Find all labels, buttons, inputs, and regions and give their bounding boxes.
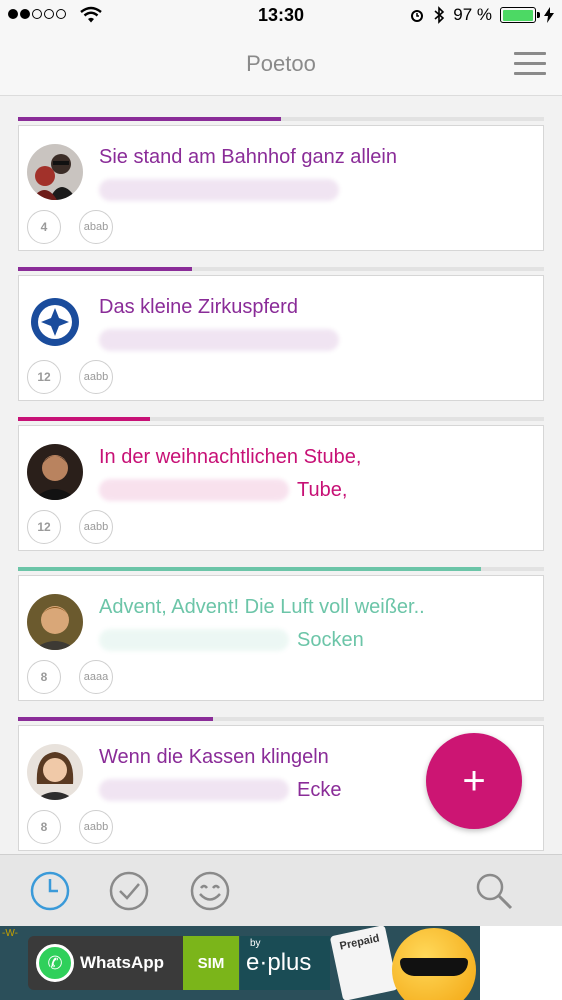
poem-first-line: Sie stand am Bahnhof ganz allein <box>99 146 397 168</box>
eplus-logo: by e·plus <box>240 936 330 990</box>
whatsapp-brand: ✆ WhatsApp <box>28 936 183 990</box>
poem-first-line: Wenn die Kassen klingeln <box>99 746 329 768</box>
ad-eplus-text: e·plus <box>246 949 312 976</box>
hidden-text-placeholder <box>99 629 289 651</box>
hidden-text-placeholder <box>99 779 289 801</box>
poem-rhyme-word: Socken <box>297 628 364 651</box>
poem-first-line: Advent, Advent! Die Luft voll weißer.. <box>99 596 425 618</box>
hidden-text-placeholder <box>99 329 339 351</box>
alarm-icon <box>411 10 424 22</box>
poem-rhyme-word: Ecke <box>297 778 342 801</box>
rhyme-scheme-badge: aaaa <box>79 660 113 694</box>
poem-card-body[interactable]: Das kleine Zirkuspferd 12 aabb <box>18 275 544 401</box>
poem-second-line <box>99 326 347 354</box>
poem-card-body[interactable]: In der weihnachtlichen Stube, Tube, 12 aabb <box>18 425 544 551</box>
poem-second-line <box>99 176 347 204</box>
author-avatar[interactable] <box>27 294 83 350</box>
ad-by-text: by <box>250 938 261 949</box>
whatsapp-logo-icon: ✆ <box>36 944 74 982</box>
hidden-text-placeholder <box>99 179 339 201</box>
check-icon[interactable] <box>107 869 151 913</box>
ad-sim-text: SIM <box>183 936 239 990</box>
rhyme-scheme-badge: abab <box>79 210 113 244</box>
poem-rhyme-word: Tube, <box>297 478 348 501</box>
poem-second-line: Socken <box>99 626 364 654</box>
poem-progress-bar <box>18 717 544 721</box>
poem-progress-bar <box>18 417 544 421</box>
hamburger-menu-icon[interactable] <box>514 52 546 76</box>
line-count-badge: 12 <box>27 360 61 394</box>
poem-progress-bar <box>18 567 544 571</box>
add-poem-button[interactable]: + <box>426 733 522 829</box>
bluetooth-icon <box>434 6 445 24</box>
author-avatar[interactable] <box>27 144 83 200</box>
poem-first-line: Das kleine Zirkuspferd <box>99 296 298 318</box>
ad-banner[interactable]: -W- ✆ WhatsApp SIM by e·plus Prepaid <box>0 926 562 1000</box>
sunglasses-emoji-icon <box>392 928 476 1000</box>
poem-progress-bar <box>18 267 544 271</box>
line-count-badge: 12 <box>27 510 61 544</box>
ad-brand-text: WhatsApp <box>80 953 165 972</box>
app-title: Poetoo <box>246 51 316 76</box>
search-icon[interactable] <box>472 869 516 913</box>
navigation-bar: Poetoo <box>0 32 562 96</box>
battery-percentage: 97 % <box>453 5 492 24</box>
poem-card-body[interactable]: Advent, Advent! Die Luft voll weißer.. So… <box>18 575 544 701</box>
poem-card-body[interactable]: Sie stand am Bahnhof ganz allein 4 abab <box>18 125 544 251</box>
poem-first-line: In der weihnachtlichen Stube, <box>99 446 362 468</box>
hidden-text-placeholder <box>99 479 289 501</box>
poem-progress-bar <box>18 117 544 121</box>
ad-tag-icon: -W- <box>2 928 18 939</box>
charging-icon <box>544 7 554 23</box>
battery-icon <box>500 7 540 23</box>
ad-prepaid-text: Prepaid <box>338 932 381 953</box>
rhyme-scheme-badge: aabb <box>79 810 113 844</box>
author-avatar[interactable] <box>27 744 83 800</box>
rhyme-scheme-badge: aabb <box>79 510 113 544</box>
rhyme-scheme-badge: aabb <box>79 360 113 394</box>
line-count-badge: 8 <box>27 810 61 844</box>
author-avatar[interactable] <box>27 444 83 500</box>
author-avatar[interactable] <box>27 594 83 650</box>
status-bar: 13:30 97 % <box>0 0 562 32</box>
ad-image[interactable]: -W- ✆ WhatsApp SIM by e·plus Prepaid <box>0 926 480 1000</box>
tab-bar <box>0 854 562 926</box>
smiley-icon[interactable] <box>188 869 232 913</box>
clock-icon[interactable] <box>28 869 72 913</box>
line-count-badge: 8 <box>27 660 61 694</box>
poem-second-line: Ecke <box>99 776 341 804</box>
line-count-badge: 4 <box>27 210 61 244</box>
prepaid-card: Prepaid <box>329 926 399 1000</box>
poem-second-line: Tube, <box>99 476 347 504</box>
